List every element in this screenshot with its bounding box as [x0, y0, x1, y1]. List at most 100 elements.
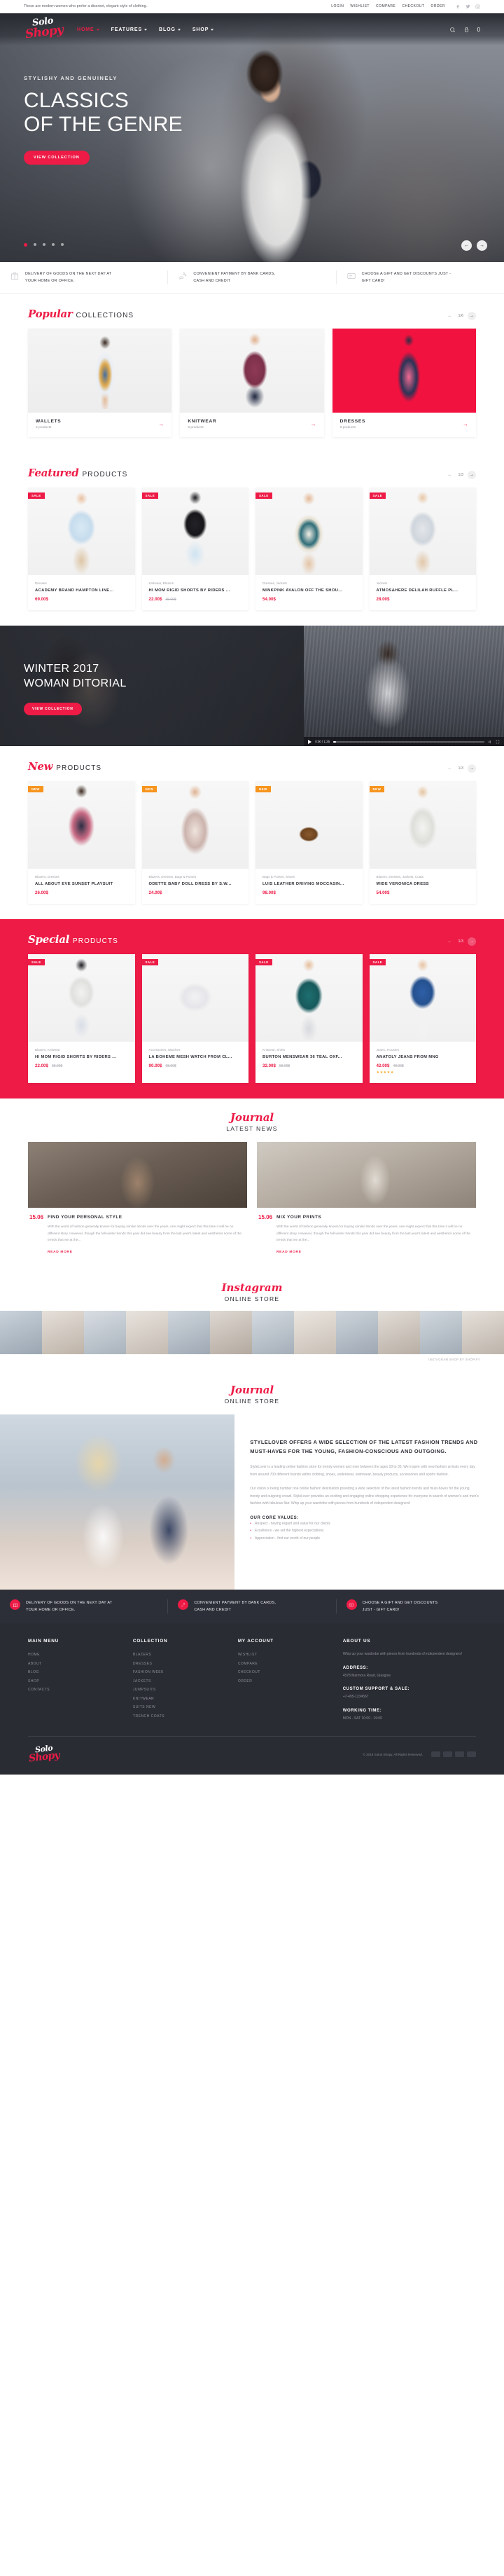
instagram-cell[interactable]	[294, 1311, 336, 1355]
video-player[interactable]: 0:00 / 1:25	[304, 626, 504, 747]
special-prev-button[interactable]: ←	[446, 937, 454, 946]
nav-item-blog[interactable]: BLOG	[159, 27, 181, 32]
product-name[interactable]: ACADEMY BRAND HAMPTON LINE...	[35, 588, 128, 593]
hero-prev-button[interactable]: ←	[461, 240, 472, 251]
footer-link-jackets[interactable]: JACKETS	[133, 1677, 228, 1686]
product-name[interactable]: MINKPINK AVALON OFF THE SHOU...	[262, 588, 356, 593]
blog-read-more-link[interactable]: READ MORE	[276, 1251, 302, 1254]
footer-link-knitwear[interactable]: KNITWEAR	[133, 1695, 228, 1704]
fullscreen-icon[interactable]	[496, 740, 500, 744]
product-card[interactable]: SALE Dresses ACADEMY BRAND HAMPTON LINE.…	[28, 488, 135, 611]
instagram-cell[interactable]	[0, 1311, 42, 1355]
topbar-link-wishlist[interactable]: WISHLIST	[350, 4, 370, 8]
hero-dot-1[interactable]	[24, 243, 27, 247]
footer-link-order[interactable]: ORDER	[238, 1677, 333, 1686]
instagram-cell[interactable]	[420, 1311, 462, 1355]
footer-link-contacts[interactable]: CONTACTS	[28, 1686, 123, 1695]
footer-link-shop[interactable]: SHOP	[28, 1677, 123, 1686]
product-card[interactable]: SALE Jeans, Trousers ANATOLY JEANS FROM …	[369, 954, 476, 1084]
topbar-link-order[interactable]: ORDER	[430, 4, 445, 8]
footer-link-about[interactable]: ABOUT	[28, 1660, 123, 1669]
product-name[interactable]: LA BOHEME MESH WATCH FROM CL...	[149, 1054, 242, 1060]
footer-link-dresses[interactable]: DRESSES	[133, 1660, 228, 1669]
topbar-link-compare[interactable]: COMPARE	[376, 4, 396, 8]
hero-dot-4[interactable]	[52, 243, 55, 246]
play-icon[interactable]	[308, 739, 312, 744]
new-next-button[interactable]: →	[468, 764, 476, 773]
product-card[interactable]: SALE Accessories, Watches LA BOHEME MESH…	[141, 954, 248, 1084]
product-name[interactable]: BURTON MENSWEAR 36 TEAL OXF...	[262, 1054, 356, 1060]
facebook-icon[interactable]	[456, 4, 461, 9]
nav-item-shop[interactable]: SHOP	[192, 27, 214, 32]
collection-arrow-icon[interactable]: →	[311, 421, 316, 427]
product-card[interactable]: SALE Knitwear, Shirts BURTON MENSWEAR 36…	[255, 954, 363, 1084]
footer-logo[interactable]: Solo Shopy	[28, 1744, 64, 1765]
topbar-link-checkout[interactable]: CHECKOUT	[402, 4, 424, 8]
product-name[interactable]: ATMOS&HERE DELILAH RUFFLE PL...	[377, 588, 470, 593]
nav-item-features[interactable]: FEATURES	[111, 27, 148, 32]
volume-icon[interactable]	[488, 740, 492, 744]
blog-post-card[interactable]: 15.06 MIX YOUR PRINTS With the world of …	[257, 1142, 476, 1256]
product-card[interactable]: SALE Blazers, Knitwear HI MOM RIGID SHOR…	[28, 954, 135, 1084]
footer-link-trench-coats[interactable]: TRENCH COATS	[133, 1712, 228, 1721]
instagram-cell[interactable]	[462, 1311, 504, 1355]
footer-link-compare[interactable]: COMPARE	[238, 1660, 333, 1669]
footer-link-checkout[interactable]: CHECKOUT	[238, 1668, 333, 1677]
instagram-cell[interactable]	[336, 1311, 378, 1355]
instagram-cell[interactable]	[210, 1311, 252, 1355]
product-name[interactable]: ALL ABOUT EVE SUNSET PLAYSUIT	[35, 881, 128, 887]
special-next-button[interactable]: →	[468, 937, 476, 946]
footer-link-blazers[interactable]: BLAZERS	[133, 1651, 228, 1660]
product-card[interactable]: SALE Knitwear, Blazers HI MOM RIGID SHOR…	[141, 488, 248, 611]
instagram-cell[interactable]	[84, 1311, 126, 1355]
product-card[interactable]: NEW Bags & Purses, Shoes LUIS LEATHER DR…	[255, 781, 363, 904]
hero-dot-5[interactable]	[61, 243, 64, 246]
instagram-cell[interactable]	[378, 1311, 420, 1355]
blog-post-title[interactable]: MIX YOUR PRINTS	[276, 1215, 475, 1220]
collection-card-wallets[interactable]: WALLETS 6 products →	[28, 329, 172, 437]
instagram-icon[interactable]	[475, 4, 480, 9]
instagram-cell[interactable]	[42, 1311, 84, 1355]
footer-link-fashion-week[interactable]: FASHION WEEK	[133, 1668, 228, 1677]
collection-arrow-icon[interactable]: →	[463, 421, 468, 427]
video-progress-bar[interactable]	[333, 741, 484, 743]
footer-link-home[interactable]: HOME	[28, 1651, 123, 1660]
site-logo[interactable]: Solo Shopy	[24, 15, 67, 41]
editorial-cta-button[interactable]: VIEW COLLECTION	[24, 702, 82, 715]
hero-next-button[interactable]: →	[477, 240, 487, 251]
topbar-link-login[interactable]: LOGIN	[331, 4, 344, 8]
footer-support-value[interactable]: +7-495-1234567	[343, 1693, 476, 1701]
product-name[interactable]: ODETTE BABY DOLL DRESS BY S.W...	[149, 881, 242, 887]
featured-next-button[interactable]: →	[468, 471, 476, 479]
product-name[interactable]: ANATOLY JEANS FROM MNG	[377, 1054, 470, 1060]
product-card[interactable]: NEW Blazers, Dresses, Jackets, Coats WID…	[369, 781, 476, 904]
nav-item-home[interactable]: HOME	[77, 27, 99, 32]
new-prev-button[interactable]: ←	[446, 764, 454, 773]
hero-dot-3[interactable]	[43, 243, 46, 246]
product-name[interactable]: HI MOM RIGID SHORTS BY RIDERS ...	[35, 1054, 128, 1060]
footer-link-blog[interactable]: BLOG	[28, 1668, 123, 1677]
product-card[interactable]: NEW Blazers, Dresses, Bags & Purses ODET…	[141, 781, 248, 904]
footer-link-wishlist[interactable]: WISHLIST	[238, 1651, 333, 1660]
footer-link-jumpsuits[interactable]: JUMPSUITS	[133, 1686, 228, 1695]
collection-arrow-icon[interactable]: →	[158, 421, 164, 427]
product-card[interactable]: NEW Blazers, Dresses ALL ABOUT EVE SUNSE…	[28, 781, 135, 904]
cart-icon[interactable]	[463, 27, 470, 33]
product-name[interactable]: HI MOM RIGID SHORTS BY RIDERS ...	[149, 588, 242, 593]
instagram-cell[interactable]	[126, 1311, 168, 1355]
instagram-cell[interactable]	[252, 1311, 294, 1355]
product-card[interactable]: SALE Dresses, Jackets MINKPINK AVALON OF…	[255, 488, 363, 611]
popular-prev-button[interactable]: ←	[446, 312, 454, 320]
collection-card-dresses[interactable]: DRESSES 9 products →	[332, 329, 476, 437]
footer-link-suits-new[interactable]: SUITS NEW	[133, 1703, 228, 1712]
instagram-cell[interactable]	[168, 1311, 210, 1355]
blog-post-card[interactable]: 15.06 FIND YOUR PERSONAL STYLE With the …	[28, 1142, 247, 1256]
product-card[interactable]: SALE Jackets ATMOS&HERE DELILAH RUFFLE P…	[369, 488, 476, 611]
collection-card-knitwear[interactable]: KNITWEAR 9 products →	[180, 329, 324, 437]
featured-prev-button[interactable]: ←	[446, 471, 454, 479]
twitter-icon[interactable]	[465, 4, 470, 9]
popular-next-button[interactable]: →	[468, 312, 476, 320]
search-icon[interactable]	[449, 27, 456, 33]
blog-read-more-link[interactable]: READ MORE	[48, 1251, 73, 1254]
hero-cta-button[interactable]: VIEW COLLECTION	[24, 150, 90, 165]
